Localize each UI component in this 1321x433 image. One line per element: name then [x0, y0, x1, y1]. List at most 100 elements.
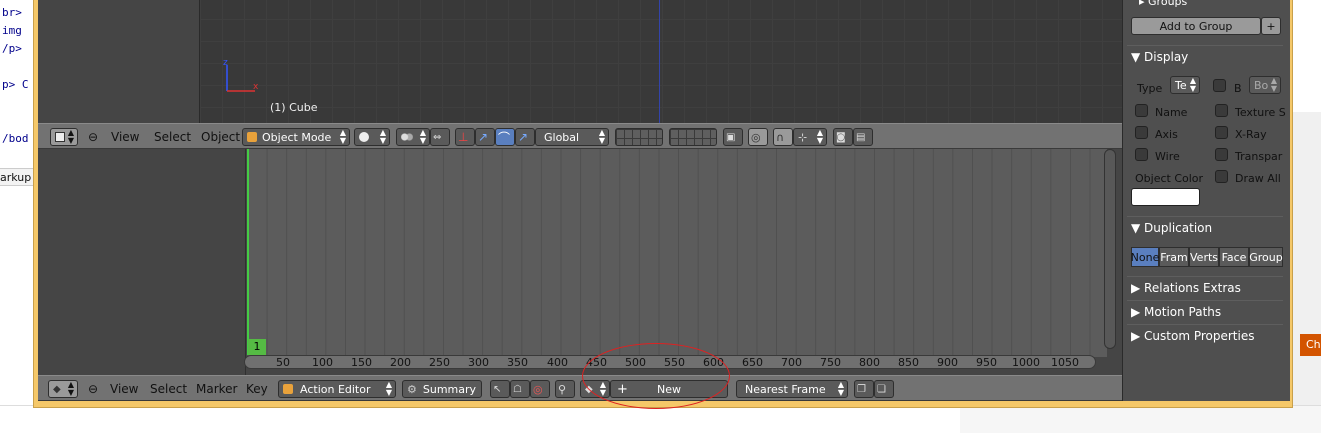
paste-keys-button[interactable]: ❏: [874, 380, 894, 398]
only-errors-button[interactable]: ◎: [530, 380, 550, 398]
object-color-swatch[interactable]: [1131, 188, 1200, 206]
collapse-icon[interactable]: ⊖: [88, 382, 98, 396]
draw-all-checkbox[interactable]: [1215, 170, 1228, 183]
axis-gizmo-icon: z x: [223, 58, 259, 92]
vertical-scrollbar[interactable]: [1104, 149, 1116, 349]
duplication-title: Duplication: [1144, 221, 1213, 235]
editor-type-button[interactable]: ▲ ▼: [50, 128, 78, 146]
copy-keys-button[interactable]: ❐: [854, 380, 874, 398]
draw-type-select[interactable]: Te ▲ ▼: [1170, 76, 1200, 94]
add-to-group-button[interactable]: Add to Group: [1131, 17, 1261, 35]
viewport-grid[interactable]: [200, 0, 1122, 123]
transparency-checkbox[interactable]: [1215, 148, 1228, 161]
shading-select[interactable]: ▲ ▼: [354, 128, 390, 146]
orientation-select[interactable]: Global ▲ ▼: [535, 128, 609, 146]
render-animation-button[interactable]: ▤: [853, 128, 873, 146]
transform-axes-button[interactable]: ⊥: [455, 128, 475, 146]
search-toggle[interactable]: ⚲: [555, 380, 575, 398]
menu-select[interactable]: Select: [154, 130, 191, 144]
wire-checkbox[interactable]: [1135, 148, 1148, 161]
frame-tick: 1000: [1012, 356, 1040, 369]
render-opengl-button[interactable]: ◙: [833, 128, 853, 146]
mode-select[interactable]: Object Mode ▲ ▼: [242, 128, 350, 146]
xray-label: X-Ray: [1235, 128, 1267, 141]
snap-toggle[interactable]: ∩: [773, 128, 793, 146]
properties-panel: ▸ Groups Add to Group + ▼ Display Type T…: [1122, 0, 1290, 401]
layers-grid-1[interactable]: [615, 128, 663, 146]
layers-grid-2[interactable]: [669, 128, 717, 146]
background-bottom-left: [0, 405, 705, 433]
dopesheet-editor[interactable]: 1 50 100 150 200 250 300 350 400 450 500…: [38, 149, 1122, 375]
auto-snap-label: Nearest Frame: [745, 382, 826, 396]
bounds-checkbox[interactable]: [1213, 79, 1226, 92]
frame-tick: 400: [547, 356, 568, 369]
plus-icon: +: [1266, 19, 1276, 33]
name-checkbox[interactable]: [1135, 104, 1148, 117]
axis-label: Axis: [1155, 128, 1178, 141]
target-icon: ◎: [751, 130, 761, 144]
code-line: p> C: [2, 78, 29, 91]
menu-object[interactable]: Object: [201, 130, 240, 144]
groups-header[interactable]: ▸ Groups: [1139, 0, 1187, 8]
menu-view[interactable]: View: [111, 130, 139, 144]
pivot-select[interactable]: ▲ ▼: [396, 128, 430, 146]
dup-frames[interactable]: Fram: [1159, 247, 1189, 267]
3d-viewport[interactable]: z x (1) Cube: [38, 0, 1122, 123]
translate-button[interactable]: ↗: [475, 128, 495, 146]
xray-checkbox[interactable]: [1215, 126, 1228, 139]
scale-button[interactable]: ↗: [515, 128, 535, 146]
add-group-plus-button[interactable]: +: [1261, 17, 1281, 35]
code-line: img: [2, 24, 22, 37]
channel-region[interactable]: [38, 149, 246, 375]
only-selected-button[interactable]: ↖: [490, 380, 510, 398]
wire-label: Wire: [1155, 150, 1180, 163]
dopesheet-editor-type-button[interactable]: ◆ ▲ ▼: [48, 380, 78, 398]
updown-icon: ▲ ▼: [67, 128, 74, 145]
dup-group[interactable]: Group: [1249, 247, 1283, 267]
frame-tick: 350: [507, 356, 528, 369]
motion-paths-header[interactable]: ▶ Motion Paths: [1127, 300, 1283, 322]
object-mode-icon: [247, 132, 257, 142]
menu-marker[interactable]: Marker: [196, 382, 237, 396]
summary-label: Summary: [422, 382, 477, 396]
manipulator-toggle[interactable]: ⇔: [430, 128, 450, 146]
updown-icon: ▲ ▼: [837, 380, 844, 397]
proportional-edit-button[interactable]: ◎: [748, 128, 768, 146]
code-line: /bod: [2, 132, 29, 145]
menu-select[interactable]: Select: [150, 382, 187, 396]
dopesheet-mode-select[interactable]: Action Editor ▲ ▼: [278, 380, 396, 398]
background-orange-button[interactable]: Ch: [1300, 334, 1321, 356]
menu-view[interactable]: View: [110, 382, 138, 396]
show-hidden-button[interactable]: ☖: [510, 380, 530, 398]
frame-tick: 150: [351, 356, 372, 369]
relations-extras-header[interactable]: ▶ Relations Extras: [1127, 276, 1283, 298]
frame-tick: 1050: [1051, 356, 1079, 369]
keyframe-region[interactable]: [247, 149, 1107, 357]
menu-key[interactable]: Key: [246, 382, 268, 396]
snap-element-select[interactable]: ⊹ ▲ ▼: [793, 128, 827, 146]
display-panel-header[interactable]: ▼ Display: [1127, 45, 1283, 67]
playhead[interactable]: [247, 149, 249, 355]
summary-toggle[interactable]: ⚙ Summary: [402, 380, 482, 398]
motion-paths-label: Motion Paths: [1144, 305, 1222, 319]
name-label: Name: [1155, 106, 1188, 119]
collapse-icon[interactable]: ⊖: [88, 130, 98, 144]
rotate-button[interactable]: ⌒: [495, 128, 515, 146]
auto-snap-select[interactable]: Nearest Frame ▲ ▼: [736, 380, 848, 398]
lock-layers-button[interactable]: ▣: [723, 128, 743, 146]
duplication-segmented: None Fram Verts Face Group: [1131, 247, 1283, 267]
texture-space-checkbox[interactable]: [1215, 104, 1228, 117]
duplication-panel-header[interactable]: ▼ Duplication: [1127, 216, 1283, 238]
custom-properties-header[interactable]: ▶ Custom Properties: [1127, 324, 1283, 346]
paste-icon: ❏: [877, 383, 886, 395]
blender-inner: z x (1) Cube ▲ ▼ ⊖ View Select Object Obj…: [38, 0, 1290, 401]
bounds-type-select[interactable]: Bo ▲ ▼: [1249, 76, 1281, 94]
updown-icon: ▲ ▼: [816, 128, 823, 145]
frame-tick: 650: [742, 356, 763, 369]
dup-none[interactable]: None: [1131, 247, 1159, 267]
dup-faces[interactable]: Face: [1219, 247, 1249, 267]
dup-verts[interactable]: Verts: [1189, 247, 1219, 267]
axis-checkbox[interactable]: [1135, 126, 1148, 139]
dopesheet-mode-label: Action Editor: [300, 382, 371, 396]
snap-grid-icon: ⊹: [798, 130, 808, 144]
